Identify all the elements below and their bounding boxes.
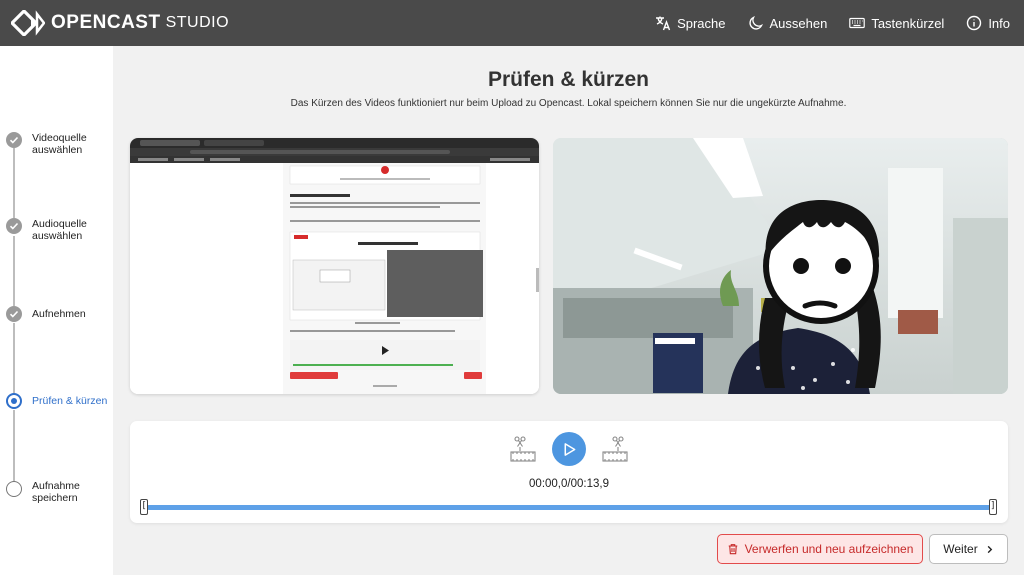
scissors-film-icon (602, 436, 628, 462)
page-title: Prüfen & kürzen (487, 68, 650, 91)
discard-label: Verwerfen und neu aufzeichnen (744, 542, 914, 556)
playback-time: 00:00,0/00:13,9 (529, 478, 609, 490)
opencast-logo[interactable]: OPENCAST STUDIO (11, 10, 229, 36)
player-controls: 00:00,0/00:13,9 [ ] (130, 421, 1008, 523)
opencast-logo-icon (11, 10, 45, 36)
step-audio-source[interactable]: Audioquelle auswählen (6, 218, 112, 242)
step-done-indicator (6, 132, 22, 148)
next-button[interactable]: Weiter (929, 534, 1008, 564)
step-done-indicator (6, 218, 22, 234)
nav-appearance-label: Aussehen (769, 15, 828, 31)
step-save[interactable]: Aufnahme speichern (6, 480, 112, 504)
step-done-indicator (6, 306, 22, 322)
nav-shortcuts-label: Tastenkürzel (871, 15, 945, 31)
step-active-indicator (6, 393, 22, 409)
moon-icon (748, 16, 763, 30)
step-record[interactable]: Aufnehmen (6, 306, 112, 322)
step-video-source[interactable]: Videoquelle auswählen (6, 132, 112, 156)
step-connector (13, 410, 15, 486)
nav-info-label: Info (988, 15, 1010, 31)
check-icon (9, 222, 19, 230)
step-connector (13, 323, 15, 403)
translate-icon (656, 16, 671, 31)
step-connector (13, 236, 15, 306)
step-todo-indicator (6, 481, 22, 497)
step-label: Audioquelle auswählen (32, 218, 87, 242)
play-button[interactable] (552, 432, 586, 466)
next-label: Weiter (943, 542, 978, 556)
main-content: Prüfen & kürzen Das Kürzen des Videos fu… (113, 46, 1024, 575)
trim-start-handle[interactable]: [ (140, 499, 148, 515)
step-sidebar: Videoquelle auswählen Audioquelle auswäh… (0, 46, 113, 575)
step-label: Videoquelle auswählen (32, 132, 87, 156)
trim-start-here-icon[interactable] (510, 435, 536, 463)
nav-appearance[interactable]: Aussehen (748, 15, 828, 31)
trim-end-handle[interactable]: ] (989, 499, 997, 515)
logo-text-main: OPENCAST (51, 12, 161, 33)
scissors-film-icon (510, 436, 536, 462)
camera-recording-preview[interactable] (553, 138, 1008, 394)
app-header: OPENCAST STUDIO Sprache Aussehen Tastenk… (0, 0, 1024, 46)
logo-text-sub: STUDIO (165, 14, 230, 31)
check-icon (9, 136, 19, 144)
camera-recording-thumbnail (553, 138, 1008, 394)
step-review-trim[interactable]: Prüfen & kürzen (6, 393, 112, 409)
nav-language-label: Sprache (677, 15, 726, 31)
trim-end-here-icon[interactable] (602, 435, 628, 463)
nav-shortcuts[interactable]: Tastenkürzel (849, 15, 944, 31)
chevron-right-icon (987, 545, 992, 553)
timeline-track[interactable] (147, 505, 993, 510)
info-icon (967, 15, 982, 31)
play-icon (564, 442, 575, 456)
trash-icon (728, 544, 737, 555)
check-icon (9, 310, 19, 318)
screen-recording-preview[interactable] (130, 138, 539, 394)
keyboard-icon (849, 17, 866, 29)
header-nav: Sprache Aussehen Tastenkürzel Info (655, 0, 1010, 46)
page-subtitle: Das Kürzen des Videos funktioniert nur b… (290, 98, 847, 109)
step-label: Aufnahme speichern (32, 480, 80, 504)
nav-info[interactable]: Info (966, 15, 1010, 31)
screen-recording-thumbnail (130, 138, 539, 394)
discard-and-rerecord-button[interactable]: Verwerfen und neu aufzeichnen (717, 534, 923, 564)
step-label: Aufnehmen (32, 308, 86, 320)
nav-language[interactable]: Sprache (655, 15, 726, 31)
step-label: Prüfen & kürzen (32, 395, 108, 407)
step-connector (13, 148, 15, 218)
